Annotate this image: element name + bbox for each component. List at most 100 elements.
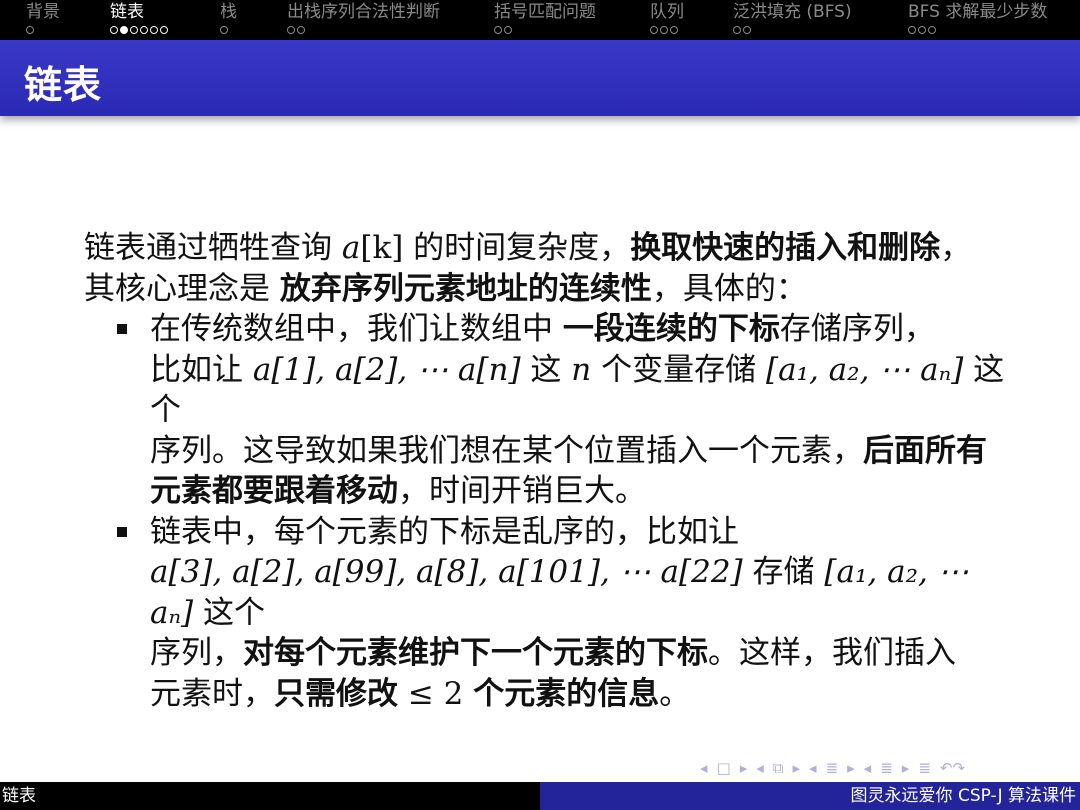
text-run: ， [940,230,972,266]
text-run: 。 [659,675,691,712]
text-run: 链表中，每个元素的下标是乱序的，比如让 [150,513,739,550]
math-expression: ≤ 2 [398,675,474,712]
frame-dot-icon[interactable] [160,26,168,34]
nav-section-stack[interactable]: 栈 [220,2,237,36]
nav-section-linked-list[interactable]: 链表 [110,2,168,36]
text-run: 链表通过牺牲查询 [84,230,342,266]
text-run: 个变量存储 [591,351,766,388]
frame-dot-icon[interactable] [120,26,128,34]
text-run: 在传统数组中，我们让数组中 [150,311,563,347]
nav-frame-dots [494,24,596,36]
nav-symbol-icon[interactable]: ▸ [902,759,910,777]
frame-dot-icon[interactable] [494,26,502,34]
nav-symbol-icon[interactable]: □ [717,759,731,777]
bullet-square-icon [117,526,127,537]
frame-dot-icon[interactable] [26,26,34,34]
nav-section-background[interactable]: 背景 [26,2,60,36]
frame-dot-icon[interactable] [670,26,678,34]
frame-dot-icon[interactable] [130,26,138,34]
section-navigation-bar: 背景 链表 栈 出栈序列合法性判断 括号匹配问题 队列 泛洪填充 (BFS) B… [0,0,1080,40]
math-expression: [a₁, a₂, ⋯ aₙ] [765,351,964,388]
text-run: 存储序列， [779,311,935,347]
slide-body: 链表通过牺牲查询 a[k] 的时间复杂度，换取快速的插入和删除， 其核心理念是 … [84,228,1014,714]
footer-right-text: 图灵永远爱你 CSP-J 算法课件 [850,786,1076,806]
nav-symbol-icon[interactable]: ≣ [918,759,931,777]
frame-dot-icon[interactable] [650,26,658,34]
nav-section-bfs-min-steps[interactable]: BFS 求解最少步数 [908,2,1047,36]
math-expression: a[3], a[2], a[99], a[8], a[101], ⋯ a[22] [150,554,743,590]
text-run: 这个 [193,594,265,631]
frame-dot-icon[interactable] [297,26,305,34]
frame-dot-icon[interactable] [140,26,148,34]
frame-dot-icon[interactable] [150,26,158,34]
nav-symbol-icon[interactable]: ▸ [793,759,801,777]
intro-paragraph: 链表通过牺牲查询 a[k] 的时间复杂度，换取快速的插入和删除， 其核心理念是 … [84,228,1014,309]
frame-title-bar: 链表 [0,40,1080,116]
nav-section-label: BFS 求解最少步数 [908,2,1048,22]
nav-symbol-icon[interactable]: ◂ [700,759,708,777]
text-run: 的时间复杂度， [403,230,631,266]
nav-section-pop-sequence[interactable]: 出栈序列合法性判断 [287,2,440,36]
nav-symbol-icon[interactable]: ◂ [864,759,872,777]
nav-frame-dots [650,24,684,36]
nav-section-label: 队列 [650,2,684,22]
math-index: [k] [360,230,404,266]
math-variable: n [571,351,592,388]
nav-section-label: 出栈序列合法性判断 [287,2,440,22]
emphasis-text: 只需修改 [274,675,398,712]
nav-symbol-icon[interactable]: ↶↷ [940,759,965,777]
text-run: 存储 [742,554,825,590]
nav-section-label: 栈 [220,2,237,22]
bullet-square-icon [117,324,127,334]
nav-section-flood-fill[interactable]: 泛洪填充 (BFS) [733,2,852,36]
frame-dot-icon[interactable] [660,26,668,34]
list-item: 在传统数组中，我们让数组中 一段连续的下标存储序列， 比如让 a[1], a[2… [117,309,1014,512]
nav-symbol-icon[interactable]: ⧉ [773,759,784,777]
text-run: 序列， [150,635,243,671]
frame-dot-icon[interactable] [110,26,118,34]
list-item: 链表中，每个元素的下标是乱序的，比如让 a[3], a[2], a[99], a… [117,512,1014,715]
frame-dot-icon[interactable] [908,26,916,34]
emphasis-text: 对每个元素维护下一个元素的下标 [243,635,708,671]
text-run: 。这样，我们插入 [708,635,956,671]
footer-course-title: 图灵永远爱你 CSP-J 算法课件 [540,782,1080,810]
nav-frame-dots [908,24,1047,36]
text-run: 这 [520,351,572,388]
frame-dot-icon[interactable] [928,26,936,34]
nav-section-queue[interactable]: 队列 [650,2,684,36]
nav-symbol-icon[interactable]: ≣ [826,759,839,777]
frame-dot-icon[interactable] [287,26,295,34]
math-variable: a [341,230,361,266]
nav-symbol-icon[interactable]: ◂ [756,759,764,777]
text-run: ，时间开销巨大。 [398,473,646,509]
nav-symbol-icon[interactable]: ≣ [880,759,893,777]
text-run: 序列。这导致如果我们想在某个位置插入一个元素， [150,432,863,469]
nav-section-label: 背景 [26,2,60,22]
nav-section-bracket-matching[interactable]: 括号匹配问题 [494,2,596,36]
bullet-list: 在传统数组中，我们让数组中 一段连续的下标存储序列， 比如让 a[1], a[2… [84,309,1014,714]
nav-section-label: 括号匹配问题 [494,2,596,22]
nav-symbol-icon[interactable]: ◂ [809,759,817,777]
nav-frame-dots [287,24,440,36]
nav-frame-dots [26,24,60,36]
footer-section-name: 链表 [0,782,540,810]
frame-dot-icon[interactable] [743,26,751,34]
footer-left-text: 链表 [2,786,36,806]
page-title: 链表 [24,63,103,107]
frame-dot-icon[interactable] [220,26,228,34]
nav-section-label: 链表 [110,2,144,22]
frame-dot-icon[interactable] [733,26,741,34]
nav-symbol-icon[interactable]: ▸ [847,759,855,777]
text-run: 比如让 [150,351,253,388]
text-run: 元素时， [150,675,274,712]
emphasis-text: 一段连续的下标 [562,311,780,347]
frame-dot-icon[interactable] [918,26,926,34]
emphasis-text: 放弃序列元素地址的连续性 [279,270,652,307]
footer-bar: 链表 图灵永远爱你 CSP-J 算法课件 [0,782,1080,810]
nav-symbol-icon[interactable]: ▸ [740,759,748,777]
beamer-navigation-symbols: ◂ □ ▸ ◂ ⧉ ▸ ◂ ≣ ▸ ◂ ≣ ▸ ≣ ↶↷ [700,756,1070,780]
emphasis-text: 换取快速的插入和删除 [630,230,941,266]
math-expression: a[1], a[2], ⋯ a[n] [252,351,521,388]
frame-dot-icon[interactable] [504,26,512,34]
text-run: 其核心理念是 [84,270,280,307]
